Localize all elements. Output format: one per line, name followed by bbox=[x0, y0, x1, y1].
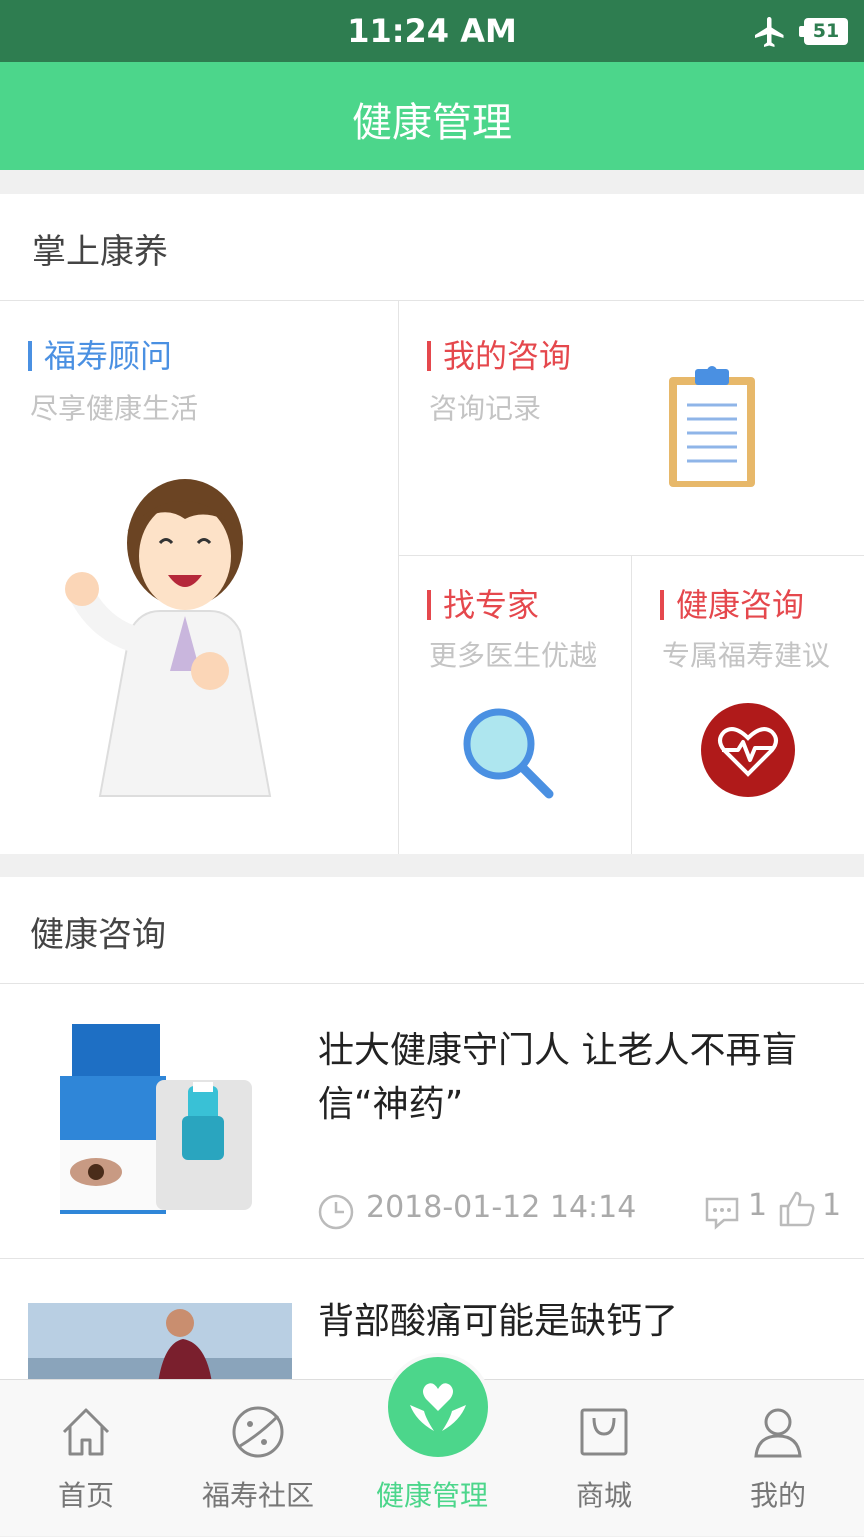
planet-icon bbox=[232, 1406, 284, 1458]
tile-find-expert-title: 找专家 bbox=[443, 586, 540, 624]
tab-community[interactable]: 福寿社区 bbox=[172, 1380, 344, 1537]
shopping-bag-icon bbox=[580, 1408, 628, 1456]
article-thumbnail bbox=[60, 1024, 252, 1214]
tab-mall-label: 商城 bbox=[575, 1479, 632, 1512]
accent-bar bbox=[28, 341, 32, 371]
app-header: 健康管理 bbox=[0, 62, 864, 170]
article-item[interactable]: 壮大健康守门人 让老人不再盲信“神药” 2018-01-12 14:14 1 1 bbox=[0, 984, 864, 1258]
tab-profile[interactable]: 我的 bbox=[692, 1380, 864, 1537]
heart-hands-icon bbox=[410, 1383, 466, 1431]
article-title: 背部酸痛可能是缺钙了 bbox=[318, 1301, 679, 1342]
section-title-news: 健康咨询 bbox=[30, 915, 166, 955]
accent-bar bbox=[427, 590, 431, 620]
article-title: 壮大健康守门人 让老人不再盲信“神药” bbox=[318, 1030, 798, 1125]
tile-advisor-subtitle: 尽享健康生活 bbox=[30, 392, 199, 425]
magnifier-icon bbox=[463, 708, 554, 799]
accent-bar bbox=[427, 341, 431, 371]
tile-health-consultation-title: 健康咨询 bbox=[676, 586, 805, 624]
tile-my-consultation[interactable]: 我的咨询 咨询记录 bbox=[399, 301, 864, 555]
tile-advisor-title: 福寿顾问 bbox=[44, 337, 173, 375]
tile-my-consultation-subtitle: 咨询记录 bbox=[429, 392, 542, 425]
heartbeat-icon bbox=[701, 703, 795, 797]
health-news-card: 健康咨询 壮大健康守门人 让老人不再盲信“神药” 2018-01-12 14:1… bbox=[0, 877, 864, 1397]
tab-health-label: 健康管理 bbox=[375, 1479, 488, 1512]
home-icon bbox=[62, 1408, 110, 1456]
tab-community-label: 福寿社区 bbox=[201, 1479, 314, 1512]
tile-find-expert-subtitle: 更多医生优越 bbox=[429, 639, 598, 672]
tile-my-consultation-title: 我的咨询 bbox=[443, 337, 572, 375]
status-time: 11:24 AM bbox=[347, 12, 517, 50]
article-time: 2018-01-12 14:14 bbox=[366, 1190, 637, 1225]
thumbs-up-icon bbox=[779, 1191, 815, 1227]
article-thumbnail bbox=[28, 1303, 292, 1383]
wellness-card: 掌上康养 福寿顾问 尽享健康生活 我的咨询 咨询记录 找专家 更多医生优越 健康… bbox=[0, 194, 864, 854]
like-count: 1 bbox=[822, 1188, 842, 1223]
section-title-wellness: 掌上康养 bbox=[32, 232, 168, 272]
airplane-mode-icon bbox=[755, 17, 784, 47]
tile-health-consultation[interactable]: 健康咨询 专属福寿建议 bbox=[632, 556, 864, 854]
clock-icon bbox=[318, 1194, 354, 1230]
comment-count: 1 bbox=[748, 1188, 768, 1223]
accent-bar bbox=[660, 590, 664, 620]
doctor-illustration bbox=[65, 479, 272, 797]
tab-mall[interactable]: 商城 bbox=[518, 1380, 690, 1537]
tab-profile-label: 我的 bbox=[749, 1479, 806, 1512]
health-center-button[interactable] bbox=[384, 1353, 492, 1461]
comment-icon bbox=[705, 1197, 739, 1230]
tab-home-label: 首页 bbox=[57, 1479, 114, 1512]
battery-icon: 51 bbox=[799, 18, 848, 45]
tile-find-expert[interactable]: 找专家 更多医生优越 bbox=[399, 556, 631, 854]
tile-advisor[interactable]: 福寿顾问 尽享健康生活 bbox=[0, 301, 398, 854]
status-bar: 11:24 AM 51 bbox=[0, 0, 864, 62]
tab-home[interactable]: 首页 bbox=[0, 1380, 172, 1537]
clipboard-icon bbox=[669, 366, 755, 487]
page-title: 健康管理 bbox=[352, 100, 512, 146]
person-icon bbox=[754, 1408, 802, 1458]
tile-health-consultation-subtitle: 专属福寿建议 bbox=[662, 639, 831, 672]
